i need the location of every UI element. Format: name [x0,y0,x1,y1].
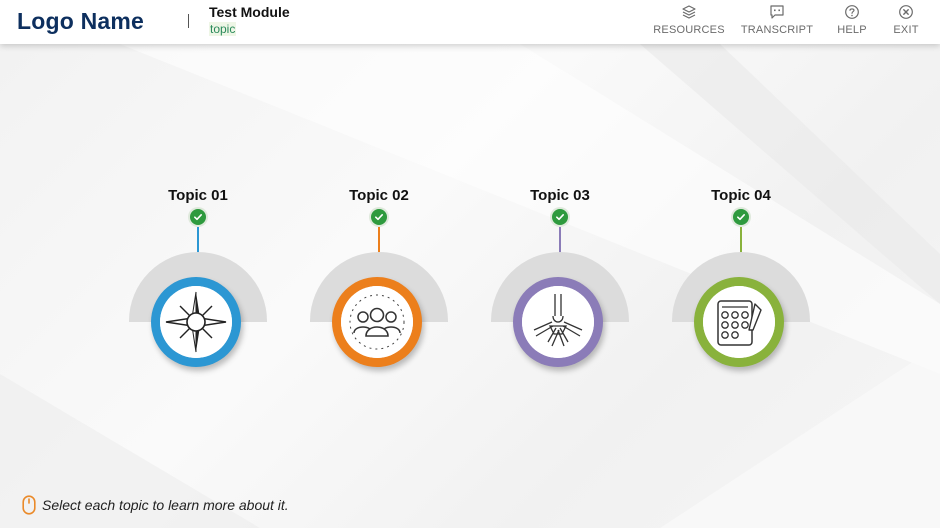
topic-card-04[interactable]: Topic 04 [671,184,811,374]
topic-title: Topic 02 [349,187,409,204]
help-label: HELP [837,24,867,36]
help-button[interactable]: HELP [832,4,872,40]
connector-line [740,227,742,253]
check-icon [371,209,387,225]
topic-card-02[interactable]: Topic 02 [309,184,449,374]
topic-icon-disc [522,286,594,358]
resources-button[interactable]: RESOURCES [653,4,725,40]
check-icon [190,209,206,225]
topic-icon-disc [160,286,232,358]
logo: Logo Name [17,8,145,34]
chat-icon [770,5,784,19]
module-title: Test Module [209,4,290,20]
team-icon [349,294,405,350]
instruction-bar: Select each topic to learn more about it… [22,495,289,515]
layers-icon [682,5,696,19]
check-icon [733,209,749,225]
topic-icon-disc [341,286,413,358]
connector-line [559,227,561,253]
instruction-text: Select each topic to learn more about it… [42,497,289,513]
topic-title: Topic 01 [168,187,228,204]
connector-line [197,227,199,253]
topic-icon-disc [703,286,775,358]
exit-button[interactable]: EXIT [888,4,924,40]
topic-ring [151,277,241,367]
topic-title: Topic 04 [711,187,771,204]
topic-ring [332,277,422,367]
check-icon [552,209,568,225]
main-stage: Topic 01 Topic 02 Topic 03 Topic 04 Sele… [0,44,940,528]
transcript-label: TRANSCRIPT [740,24,814,36]
topic-card-03[interactable]: Topic 03 [490,184,630,374]
topic-card-01[interactable]: Topic 01 [128,184,268,374]
top-bar: Logo Name Test Module topic RESOURCES TR… [0,0,940,44]
exit-label: EXIT [893,24,919,36]
close-icon [899,5,913,19]
connector-line [378,227,380,253]
help-icon [845,5,859,19]
resources-label: RESOURCES [653,24,725,36]
module-subtitle: topic [209,22,237,36]
teamwork-hands-icon [533,294,583,347]
compass-icon [165,291,227,353]
transcript-button[interactable]: TRANSCRIPT [741,4,813,40]
header-divider [188,14,189,28]
topic-ring [513,277,603,367]
clipboard-checklist-icon [717,300,762,346]
topic-title: Topic 03 [530,187,590,204]
topic-ring [694,277,784,367]
mouse-icon [22,495,36,515]
